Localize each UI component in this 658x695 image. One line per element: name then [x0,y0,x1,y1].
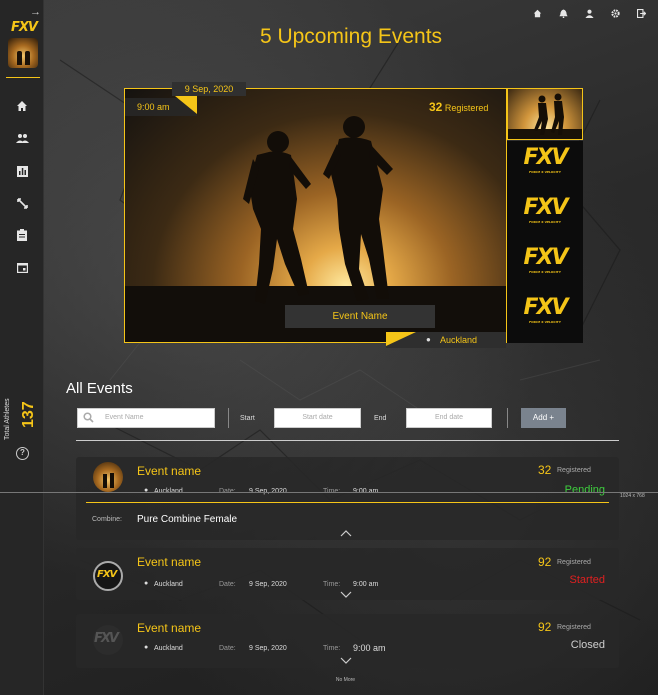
time-label: Time: [323,645,341,652]
featured-registered-count: 32 [429,100,443,114]
location-pin-icon: ● [426,335,431,344]
chevron-down-icon[interactable] [340,657,352,665]
thumbnail-fxv-logo[interactable]: FXV FORCE X VELOCITY [522,195,568,235]
end-label: End [374,415,387,422]
bell-icon[interactable] [556,6,570,20]
corner-accent [386,332,416,346]
status-badge: Pending [564,484,605,496]
resolution-label: 1024 x 768 [620,493,645,499]
card-divider [86,502,609,503]
event-thumbnail: FXV [93,561,123,591]
status-badge: Closed [570,639,605,651]
total-athletes-value: 137 [20,401,37,428]
event-name[interactable]: Event name [137,621,201,635]
featured-registered-label: Registered [444,103,489,113]
registered-count: 92 [538,620,552,634]
event-card[interactable]: FXV Event name ● Auckland Date: 9 Sep, 2… [76,614,619,668]
list-divider [76,440,619,441]
end-date-input[interactable]: End date [406,408,492,428]
start-label: Start [240,415,255,422]
location-pin-icon: ● [144,580,149,587]
expand-icon[interactable] [15,196,29,210]
event-location: Auckland [154,645,183,652]
people-icon[interactable] [15,131,29,145]
featured-date: 9 Sep, 2020 [172,82,246,96]
no-more-label: No More [335,677,356,683]
gear-icon[interactable] [608,6,622,20]
event-card[interactable]: Event name ● Auckland Date: 9 Sep, 2020 … [76,457,619,540]
logout-icon[interactable] [634,6,648,20]
registered-count: 92 [538,555,552,569]
thumbnail-fxv-logo[interactable]: FXV FORCE X VELOCITY [522,295,568,335]
featured-registered: 32 Registered [429,100,488,114]
page-title: 5 Upcoming Events [259,25,443,48]
status-badge: Started [569,574,605,586]
event-date: 9 Sep, 2020 [249,581,287,588]
add-event-button[interactable]: Add + [521,408,566,428]
date-label: Date: [219,645,236,652]
featured-thumbnails: FXV FORCE X VELOCITY FXV FORCE X VELOCITY … [507,88,583,343]
home-icon[interactable] [15,99,29,113]
registered-label: Registered [557,559,591,566]
viewport-guide-line [0,492,658,493]
event-location: Auckland [154,581,183,588]
user-icon[interactable] [582,6,596,20]
combine-value: Pure Combine Female [137,514,238,525]
time-label: Time: [323,581,341,588]
chart-icon[interactable] [15,164,29,178]
thumbnail-fxv-logo[interactable]: FXV FORCE X VELOCITY [522,245,568,285]
filter-divider [507,408,508,428]
start-date-input[interactable]: Start date [274,408,361,428]
sidebar-divider [6,77,40,78]
clipboard-icon[interactable] [15,228,29,242]
registered-count: 32 [538,463,552,477]
featured-event-name[interactable]: Event Name [285,305,435,328]
all-events-title: All Events [66,380,133,397]
date-label: Date: [219,581,236,588]
chevron-down-icon[interactable] [340,591,352,599]
registered-label: Registered [557,467,591,474]
thumbnail-fxv-logo[interactable]: FXV FORCE X VELOCITY [522,145,568,185]
registered-label: Registered [557,624,591,631]
event-time: 9:00 am [353,581,379,588]
total-athletes-label: Total Athletes [4,398,11,440]
event-name[interactable]: Event name [137,464,201,478]
thumbnail-list: FXV FORCE X VELOCITY FXV FORCE X VELOCITY … [507,141,583,343]
home-icon[interactable] [530,6,544,20]
thumbnail-event-image[interactable] [507,88,583,140]
corner-accent [175,96,197,114]
event-date: 9 Sep, 2020 [249,645,287,652]
event-thumbnail [93,462,123,492]
top-toolbar [530,6,648,20]
calendar-icon[interactable] [15,260,29,274]
collapse-arrow-icon[interactable]: → [30,6,41,18]
event-name-search-input[interactable]: Event Name [77,408,215,428]
help-icon[interactable]: ? [16,447,29,460]
filter-divider [228,408,229,428]
event-card[interactable]: FXV Event name ● Auckland Date: 9 Sep, 2… [76,548,619,600]
event-name[interactable]: Event name [137,555,201,569]
event-time: 9:00 am [353,643,386,653]
search-icon [83,412,94,431]
search-placeholder: Event Name [105,414,144,421]
location-pin-icon: ● [144,644,149,651]
combine-label: Combine: [92,516,122,523]
sidebar: → FXV Total Athletes 137 ? [0,0,44,695]
event-thumbnail: FXV [93,625,123,655]
chevron-up-icon[interactable] [340,529,352,537]
featured-location-text: Auckland [440,335,478,345]
